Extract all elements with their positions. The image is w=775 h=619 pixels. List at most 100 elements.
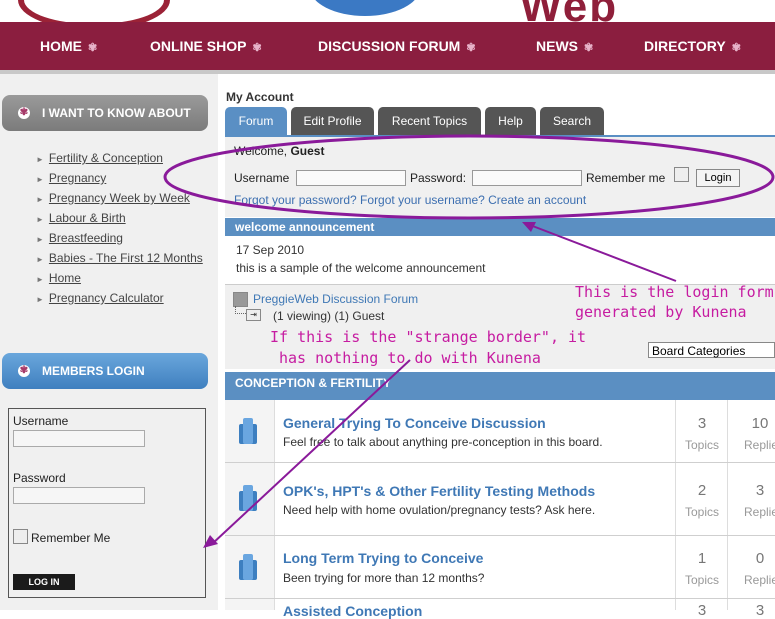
main-navigation: HOME ✾ ONLINE SHOP ✾ DISCUSSION FORUM ✾ NEW… bbox=[0, 22, 775, 74]
forgot-links[interactable]: Forgot your password? Forgot your userna… bbox=[234, 193, 586, 207]
forum-row: General Trying To Conceive Discussion Fe… bbox=[225, 400, 775, 463]
kunena-password-field[interactable] bbox=[472, 170, 582, 186]
forum-row: Long Term Trying to Conceive Been trying… bbox=[225, 536, 775, 599]
tab-edit-profile[interactable]: Edit Profile bbox=[291, 107, 374, 135]
replies-label: Replies bbox=[743, 438, 775, 452]
announcement-date: 17 Sep 2010 bbox=[236, 243, 305, 257]
flower-icon: ✾ bbox=[18, 365, 30, 377]
page-title: My Account bbox=[226, 90, 294, 104]
sidebar-item-calculator[interactable]: ► Pregnancy Calculator bbox=[36, 290, 203, 310]
nav-directory[interactable]: DIRECTORY ✾ bbox=[644, 38, 741, 54]
nav-news[interactable]: NEWS ✾ bbox=[536, 38, 593, 54]
replies-cell: 3 Replies bbox=[727, 463, 775, 535]
flower-icon: ✾ bbox=[252, 42, 262, 54]
annotation-text: generated by Kunena bbox=[575, 303, 747, 321]
chevron-right-icon: ► bbox=[36, 275, 44, 284]
tab-search[interactable]: Search bbox=[540, 107, 604, 135]
sidebar-item-home[interactable]: ► Home bbox=[36, 270, 203, 290]
know-about-list: ► Fertility & Conception ► Pregnancy ► Preg… bbox=[36, 150, 203, 310]
forum-description: Need help with home ovulation/pregnancy … bbox=[283, 503, 596, 517]
forum-title[interactable]: Long Term Trying to Conceive bbox=[283, 550, 483, 566]
announcement-text: this is a sample of the welcome announce… bbox=[236, 261, 486, 275]
kunena-password-label: Password: bbox=[410, 171, 467, 185]
members-login-header: ✾ MEMBERS LOGIN bbox=[2, 353, 208, 389]
chevron-right-icon: ► bbox=[36, 195, 44, 204]
members-login-box: Username Password Remember Me LOG IN bbox=[8, 408, 206, 598]
username-label: Username bbox=[13, 414, 69, 428]
forum-square-icon bbox=[233, 292, 248, 307]
nav-discussion-forum[interactable]: DISCUSSION FORUM ✾ bbox=[318, 38, 476, 54]
kunena-remember-checkbox[interactable] bbox=[674, 167, 689, 182]
nav-home[interactable]: HOME ✾ bbox=[40, 38, 97, 54]
announcement-header[interactable]: welcome announcement bbox=[225, 218, 775, 236]
replies-label: Replies bbox=[743, 573, 775, 587]
replies-label: Replies bbox=[743, 505, 775, 519]
chevron-right-icon: ► bbox=[36, 175, 44, 184]
forum-description: Been trying for more than 12 months? bbox=[283, 571, 485, 585]
sidebar-item-pregnancy[interactable]: ► Pregnancy bbox=[36, 170, 203, 190]
board-categories-select[interactable]: Board Categories bbox=[648, 342, 775, 358]
login-button[interactable]: LOG IN bbox=[13, 574, 75, 590]
replies-cell: 0 Replies bbox=[727, 536, 775, 598]
chevron-right-icon: ► bbox=[36, 235, 44, 244]
flower-icon: ✾ bbox=[584, 42, 594, 54]
tab-forum[interactable]: Forum bbox=[225, 107, 287, 135]
viewing-count: (1 viewing) (1) Guest bbox=[273, 309, 385, 323]
chevron-right-icon: ► bbox=[36, 255, 44, 264]
chevron-right-icon: ► bbox=[36, 295, 44, 304]
category-header[interactable]: CONCEPTION & FERTILITY bbox=[225, 372, 775, 400]
sidebar-item-labour[interactable]: ► Labour & Birth bbox=[36, 210, 203, 230]
forum-title[interactable]: General Trying To Conceive Discussion bbox=[283, 415, 546, 431]
replies-count: 10 bbox=[751, 415, 769, 432]
topics-count: 3 bbox=[697, 415, 707, 432]
forum-book-icon bbox=[239, 485, 257, 511]
topics-label: Topics bbox=[684, 573, 719, 587]
password-label: Password bbox=[13, 471, 66, 485]
logo-wordmark: Web bbox=[520, 0, 618, 22]
sidebar-item-breastfeeding[interactable]: ► Breastfeeding bbox=[36, 230, 203, 250]
forum-book-icon bbox=[239, 554, 257, 580]
forum-row: OPK's, HPT's & Other Fertility Testing M… bbox=[225, 463, 775, 536]
announcement-body: 17 Sep 2010 this is a sample of the welc… bbox=[225, 236, 775, 285]
forum-description: Feel free to talk about anything pre-con… bbox=[283, 435, 603, 449]
kunena-remember-label: Remember me bbox=[586, 171, 666, 185]
replies-count: 3 bbox=[755, 482, 765, 499]
annotation-text: has nothing to do with Kunena bbox=[279, 349, 541, 367]
sidebar-item-week-by-week[interactable]: ► Pregnancy Week by Week bbox=[36, 190, 203, 210]
topics-count: 1 bbox=[697, 550, 707, 567]
topics-cell: 2 Topics bbox=[675, 463, 728, 535]
kunena-username-label: Username bbox=[234, 171, 290, 185]
topics-count: 3 bbox=[697, 602, 707, 619]
welcome-text: Welcome, Guest bbox=[234, 144, 325, 158]
logo-swoosh bbox=[18, 0, 170, 22]
topics-label: Topics bbox=[684, 438, 719, 452]
topics-label: Topics bbox=[684, 505, 719, 519]
forum-row: Assisted Conception 3 3 bbox=[225, 599, 775, 619]
forum-title[interactable]: OPK's, HPT's & Other Fertility Testing M… bbox=[283, 483, 595, 499]
flower-icon: ✾ bbox=[466, 42, 476, 54]
forum-name-link[interactable]: PreggieWeb Discussion Forum bbox=[253, 292, 418, 306]
replies-cell: 3 bbox=[727, 599, 775, 619]
kunena-login-button[interactable]: Login bbox=[696, 169, 740, 187]
replies-count: 3 bbox=[755, 602, 765, 619]
annotation-text: If this is the "strange border", it bbox=[270, 328, 587, 346]
sidebar-item-fertility[interactable]: ► Fertility & Conception bbox=[36, 150, 203, 170]
password-field[interactable] bbox=[13, 487, 145, 504]
expand-icon[interactable]: ⇥ bbox=[246, 309, 261, 321]
forum-book-icon bbox=[239, 418, 257, 444]
kunena-username-field[interactable] bbox=[296, 170, 406, 186]
flower-icon: ✾ bbox=[18, 107, 30, 119]
forum-title[interactable]: Assisted Conception bbox=[283, 603, 422, 619]
flower-icon: ✾ bbox=[731, 42, 741, 54]
username-field[interactable] bbox=[13, 430, 145, 447]
nav-online-shop[interactable]: ONLINE SHOP ✾ bbox=[150, 38, 262, 54]
topics-cell: 1 Topics bbox=[675, 536, 728, 598]
tree-connector bbox=[235, 306, 246, 314]
remember-me-checkbox[interactable] bbox=[13, 529, 28, 544]
annotation-text: This is the login form bbox=[575, 283, 774, 301]
tab-help[interactable]: Help bbox=[485, 107, 536, 135]
chevron-right-icon: ► bbox=[36, 215, 44, 224]
sidebar-item-babies[interactable]: ► Babies - The First 12 Months bbox=[36, 250, 203, 270]
topics-cell: 3 Topics bbox=[675, 400, 728, 462]
tab-recent-topics[interactable]: Recent Topics bbox=[378, 107, 481, 135]
